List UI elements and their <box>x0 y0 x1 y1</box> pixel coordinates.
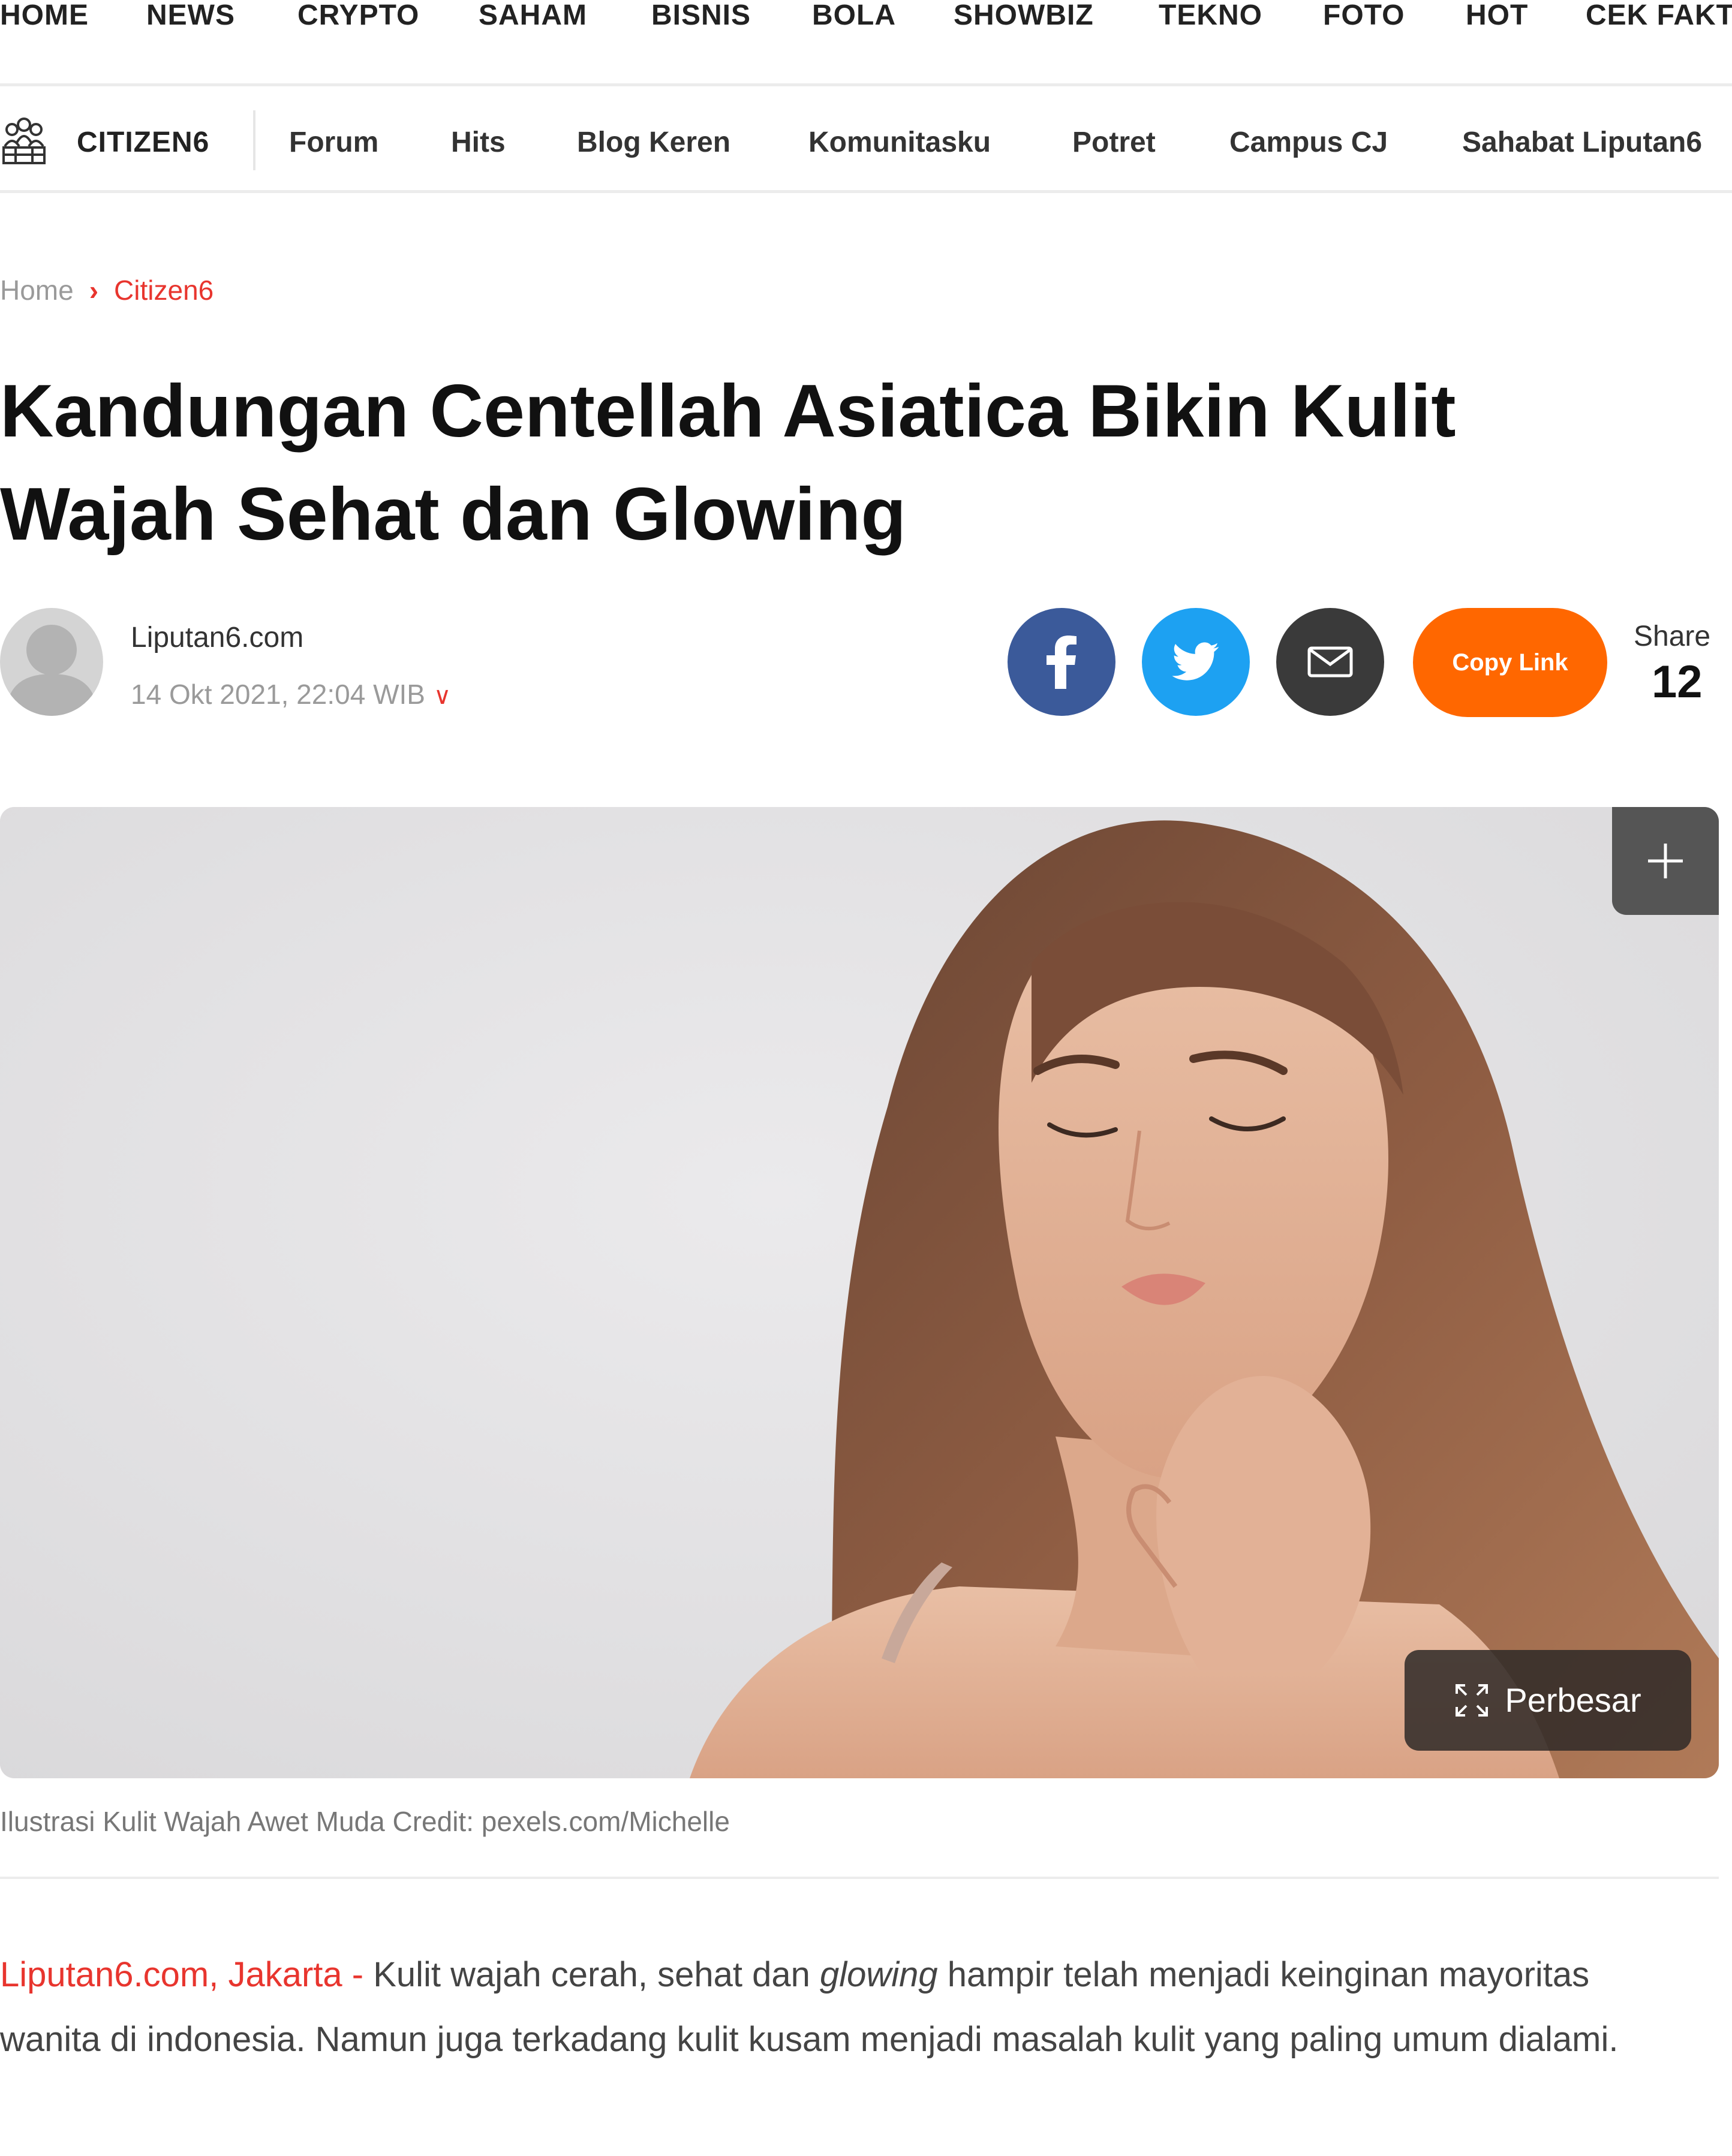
top-nav-foto[interactable]: FOTO <box>1323 0 1405 31</box>
sub-nav-divider <box>253 110 255 170</box>
share-label: Share <box>1634 621 1711 652</box>
copy-link-button[interactable]: Copy Link <box>1413 608 1607 717</box>
sub-nav: CITIZEN6 Forum Hits Blog Keren Komunitas… <box>0 86 1732 193</box>
breadcrumb-chevron-icon: › <box>89 275 99 306</box>
publish-date-text: 14 Okt 2021, 22:04 WIB <box>131 679 425 710</box>
top-nav-crypto[interactable]: CRYPTO <box>297 0 419 31</box>
article-dateline: Liputan6.com, Jakarta - <box>0 1955 374 1994</box>
plus-icon <box>1648 844 1683 878</box>
facebook-icon <box>1047 636 1077 689</box>
top-nav-bola[interactable]: BOLA <box>812 0 896 31</box>
top-nav-tekno[interactable]: TEKNO <box>1159 0 1262 31</box>
share-count: 12 <box>1652 657 1703 707</box>
top-nav-home[interactable]: HOME <box>0 0 89 31</box>
twitter-icon <box>1172 642 1219 680</box>
body-text-italic: glowing <box>820 1955 938 1994</box>
breadcrumb-home[interactable]: Home <box>0 275 74 306</box>
article-body: Liputan6.com, Jakarta - Kulit wajah cera… <box>0 1943 1679 2072</box>
caption-divider <box>0 1877 1719 1879</box>
share-email-button[interactable] <box>1276 608 1384 716</box>
sub-nav-sahabat-liputan6[interactable]: Sahabat Liputan6 <box>1462 126 1702 159</box>
body-text-part-1: Kulit wajah cerah, sehat dan <box>373 1955 820 1994</box>
expand-icon <box>1456 1684 1489 1717</box>
top-nav-cek-fakta[interactable]: CEK FAKT <box>1586 0 1732 31</box>
top-nav-showbiz[interactable]: SHOWBIZ <box>954 0 1094 31</box>
breadcrumb-current[interactable]: Citizen6 <box>114 275 214 306</box>
image-caption: Ilustrasi Kulit Wajah Awet Muda Credit: … <box>0 1806 730 1837</box>
article-image[interactable] <box>0 807 1719 1778</box>
mail-icon <box>1307 646 1353 677</box>
sub-nav-hits[interactable]: Hits <box>451 126 506 159</box>
top-nav: HOME NEWS CRYPTO SAHAM BISNIS BOLA SHOWB… <box>0 0 1732 86</box>
breadcrumb: Home › Citizen6 <box>0 273 214 307</box>
article-title: Kandungan Centellah Asiatica Bikin Kulit… <box>0 370 1456 556</box>
citizen6-brand[interactable]: CITIZEN6 <box>77 126 209 159</box>
add-button[interactable] <box>1612 807 1719 915</box>
sub-nav-campus-cj[interactable]: Campus CJ <box>1229 126 1388 159</box>
sub-nav-potret[interactable]: Potret <box>1072 126 1156 159</box>
top-nav-bisnis[interactable]: BISNIS <box>651 0 751 31</box>
publish-date: 14 Okt 2021, 22:04 WIB ∨ <box>131 677 451 713</box>
woman-portrait-illustration <box>0 807 1719 1778</box>
sub-nav-komunitasku[interactable]: Komunitasku <box>808 126 991 159</box>
enlarge-button[interactable]: Perbesar <box>1405 1650 1691 1751</box>
sub-nav-blog-keren[interactable]: Blog Keren <box>577 126 730 159</box>
user-placeholder-icon <box>6 625 97 716</box>
top-nav-news[interactable]: NEWS <box>146 0 235 31</box>
sub-nav-forum[interactable]: Forum <box>289 126 378 159</box>
author-avatar <box>0 608 103 716</box>
share-facebook-button[interactable] <box>1008 608 1115 716</box>
chevron-down-icon[interactable]: ∨ <box>434 683 451 709</box>
top-nav-saham[interactable]: SAHAM <box>479 0 587 31</box>
author-name[interactable]: Liputan6.com <box>131 621 303 655</box>
top-nav-hot[interactable]: HOT <box>1466 0 1528 31</box>
citizen6-logo-icon <box>2 118 46 164</box>
share-twitter-button[interactable] <box>1142 608 1250 716</box>
enlarge-label: Perbesar <box>1505 1681 1641 1719</box>
